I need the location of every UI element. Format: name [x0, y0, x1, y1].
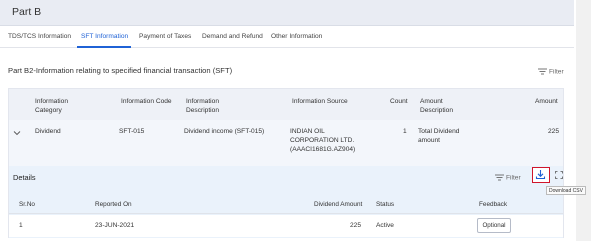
cell-amount-description: Total Dividend amount [418, 128, 460, 144]
cell-reported-on: 23-JUN-2021 [95, 222, 135, 229]
cell-status: Active [376, 222, 394, 229]
download-csv-tooltip: Download CSV [546, 186, 586, 195]
table-row: 1 23-JUN-2021 225 Active Optional [9, 215, 563, 237]
filter-icon [495, 174, 504, 181]
header-reported-on: Reported On [95, 201, 132, 208]
cell-srno: 1 [19, 222, 23, 229]
header-information-category: Information Category [35, 98, 68, 114]
download-icon [535, 170, 546, 180]
header-information-code: Information Code [121, 98, 172, 105]
part-header: Part B [0, 0, 574, 26]
filter-label: Filter [549, 68, 564, 76]
tab-sft-information[interactable]: SFT Information [81, 33, 128, 40]
details-table-header: Sr.No Reported On Dividend Amount Status… [9, 195, 563, 214]
header-status: Status [376, 201, 395, 208]
header-amount: Amount [535, 98, 558, 105]
table-header: Information Category Information Code Inf… [9, 89, 563, 120]
details-filter-button[interactable]: Filter [495, 174, 521, 181]
details-title: Details [13, 173, 36, 182]
tab-tds-tcs-information[interactable]: TDS/TCS Information [8, 33, 71, 40]
filter-button[interactable]: Filter [538, 68, 564, 75]
details-filter-label: Filter [506, 174, 521, 182]
cell-source: INDIAN OIL CORPORATION LTD. (AAACI1681G.… [290, 128, 356, 153]
section-title: Part B2-Information relating to specifie… [8, 66, 233, 75]
feedback-optional-button[interactable]: Optional [477, 218, 511, 233]
header-srno: Sr.No [19, 201, 35, 208]
chevron-down-icon[interactable] [13, 130, 21, 136]
cell-description: Dividend income (SFT-015) [184, 128, 265, 135]
cell-category: Dividend [35, 128, 61, 135]
fullscreen-icon[interactable] [555, 171, 563, 179]
sft-table: Information Category Information Code Inf… [8, 88, 564, 238]
active-tab-indicator [77, 46, 131, 48]
details-panel: Details Filter Sr.No Reported On Dividen… [9, 166, 563, 238]
scrollbar[interactable] [576, 0, 591, 241]
cell-count: 1 [403, 128, 407, 135]
tab-demand-and-refund[interactable]: Demand and Refund [202, 33, 263, 40]
tab-payment-of-taxes[interactable]: Payment of Taxes [139, 33, 191, 40]
header-dividend-amount: Dividend Amount [314, 201, 363, 208]
table-row: Dividend SFT-015 Dividend income (SFT-01… [9, 120, 563, 166]
download-csv-button[interactable] [532, 167, 550, 183]
header-information-source: Information Source [292, 98, 348, 105]
tab-other-information[interactable]: Other Information [271, 33, 322, 40]
tab-bar: TDS/TCS Information SFT Information Paym… [0, 28, 574, 48]
cell-amount: 225 [548, 128, 560, 135]
header-feedback: Feedback [479, 201, 508, 208]
cell-dividend-amount: 225 [350, 222, 362, 229]
header-amount-description: Amount Description [420, 98, 453, 114]
header-count: Count [390, 98, 408, 105]
cell-code: SFT-015 [119, 128, 145, 135]
part-title: Part B [12, 6, 42, 18]
filter-icon [538, 68, 547, 75]
header-information-description: Information Description [186, 98, 219, 114]
